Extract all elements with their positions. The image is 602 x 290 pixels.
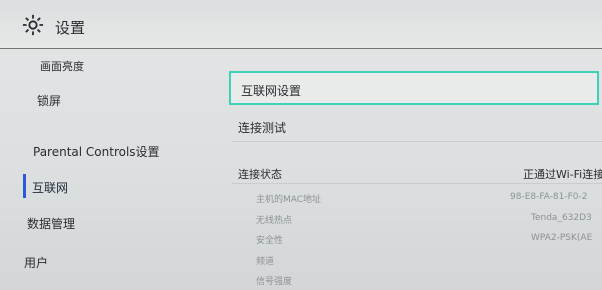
internet-settings-label: 互联网设置 <box>241 84 302 98</box>
page-title: 设置 <box>55 19 86 37</box>
sidebar-item-lock-screen[interactable]: 锁屏 <box>37 92 61 109</box>
security-value: WPA2-PSK(AE <box>531 233 593 243</box>
settings-header: 设置 <box>0 0 602 49</box>
sidebar-item-parental-controls[interactable]: Parental Controls设置 <box>33 143 160 160</box>
sidebar-item-users[interactable]: 用户 <box>24 254 48 271</box>
channel-label: 频道 <box>256 257 275 267</box>
connection-test-button[interactable]: 连接测试 <box>238 119 286 136</box>
security-label: 安全性 <box>256 236 284 246</box>
sidebar-item-internet[interactable]: 互联网 <box>32 179 68 196</box>
internet-settings-button[interactable]: 互联网设置 <box>229 71 599 105</box>
connection-status-label: 连接状态 <box>238 168 282 181</box>
divider <box>232 141 602 142</box>
signal-strength-label: 信号强度 <box>256 277 293 287</box>
sidebar-item-data-management[interactable]: 数据管理 <box>27 215 75 232</box>
access-point-label: 无线热点 <box>256 216 293 226</box>
access-point-value: Tenda_632D3 <box>531 213 592 223</box>
mac-address-value: 98-E8-FA-81-F0-2 <box>510 192 588 202</box>
connection-status-value: 正通过Wi-Fi连接 <box>523 168 602 181</box>
mac-address-label: 主机的MAC地址 <box>256 195 322 205</box>
sidebar-item-brightness[interactable]: 画面亮度 <box>40 58 84 74</box>
divider <box>232 183 602 184</box>
gear-icon <box>22 14 44 36</box>
sidebar-active-indicator <box>23 174 26 198</box>
